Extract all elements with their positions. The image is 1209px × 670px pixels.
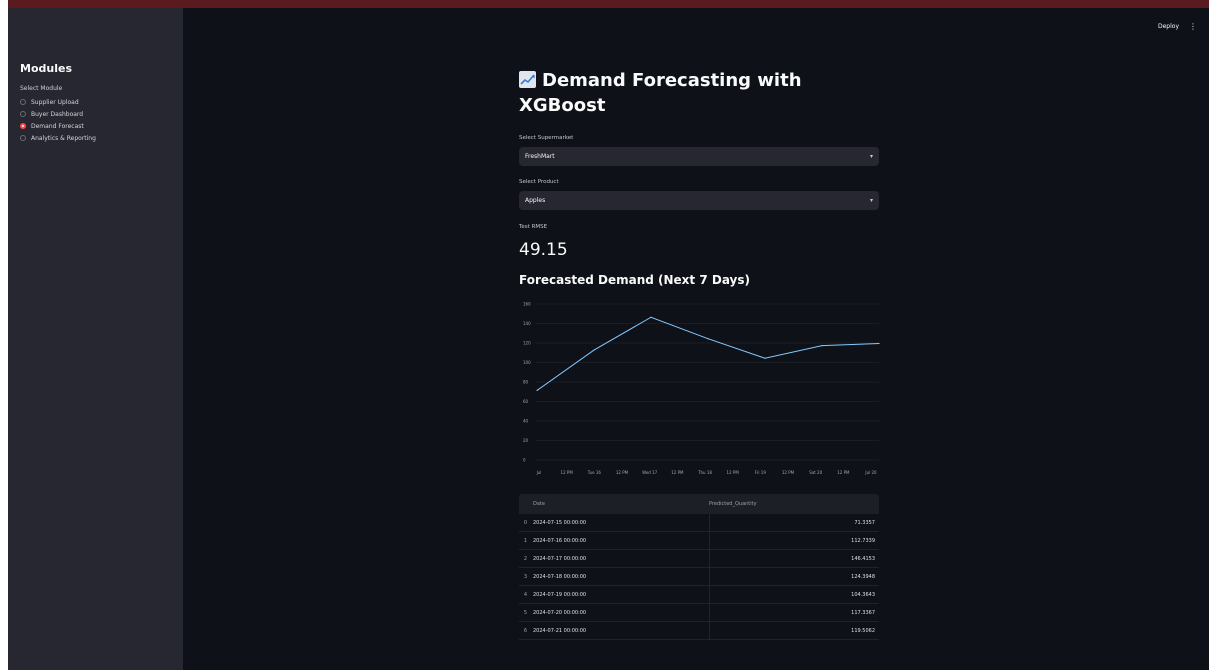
date-cell: 2024-07-17 00:00:00 bbox=[533, 550, 710, 567]
date-cell: 2024-07-19 00:00:00 bbox=[533, 586, 710, 603]
quantity-cell: 146.4153 bbox=[851, 555, 875, 562]
module-radio-label: Select Module bbox=[20, 85, 63, 92]
data-point bbox=[593, 349, 595, 351]
x-tick-label: 12 PM bbox=[782, 470, 795, 475]
forecast-line-chart: 0 20 40 60 80 100 120 140 160 Jul 12 PM Tue 16 12 PM… bbox=[523, 302, 880, 475]
metric-label: Test RMSE bbox=[519, 224, 548, 230]
y-tick-label: 0 bbox=[523, 458, 526, 463]
row-index: 1 bbox=[523, 537, 527, 544]
product-select[interactable]: Apples ▾ bbox=[519, 191, 879, 210]
supermarket-select-value: FreshMart bbox=[525, 153, 555, 160]
y-tick-label: 140 bbox=[523, 321, 531, 326]
radio-circle-icon bbox=[20, 99, 26, 105]
table-body: 0 2024-07-15 00:00:00 71.3357 1 2024-07-16 0… bbox=[519, 514, 879, 640]
date-cell: 2024-07-15 00:00:00 bbox=[533, 514, 710, 531]
data-point bbox=[650, 316, 652, 318]
radio-option-label: Demand Forecast bbox=[31, 122, 84, 130]
radio-option-label: Supplier Upload bbox=[31, 98, 79, 106]
data-point bbox=[707, 338, 709, 340]
y-tick-label: 40 bbox=[523, 419, 529, 424]
quantity-cell: 119.5062 bbox=[851, 627, 875, 634]
sidebar: Modules Select Module Supplier Upload Bu… bbox=[8, 8, 183, 670]
x-tick-label: Jul bbox=[536, 470, 542, 475]
x-tick-label: Wed 17 bbox=[642, 470, 658, 475]
x-tick-label: Tue 16 bbox=[587, 470, 602, 475]
quantity-cell: 124.3948 bbox=[851, 573, 875, 580]
chart-heading: Forecasted Demand (Next 7 Days) bbox=[519, 273, 751, 287]
radio-circle-icon bbox=[20, 135, 26, 141]
row-index: 3 bbox=[523, 573, 527, 580]
title-line-2: XGBoost bbox=[519, 95, 606, 116]
quantity-column-header: Predicted_Quantity bbox=[709, 501, 757, 507]
metric-value: 49.15 bbox=[519, 240, 568, 260]
table-row[interactable]: 4 2024-07-19 00:00:00 104.3643 bbox=[519, 586, 879, 604]
y-tick-label: 80 bbox=[523, 380, 529, 385]
row-index: 4 bbox=[523, 591, 527, 598]
date-cell: 2024-07-16 00:00:00 bbox=[533, 532, 710, 549]
x-tick-label: 12 PM bbox=[616, 470, 629, 475]
supermarket-select[interactable]: FreshMart ▾ bbox=[519, 147, 879, 166]
date-cell: 2024-07-18 00:00:00 bbox=[533, 568, 710, 585]
x-tick-label: Sat 20 bbox=[809, 470, 822, 475]
quantity-cell: 71.3357 bbox=[854, 519, 875, 526]
radio-option-demand-forecast[interactable]: Demand Forecast bbox=[20, 121, 84, 131]
table-row[interactable]: 5 2024-07-20 00:00:00 117.3367 bbox=[519, 604, 879, 622]
x-tick-label: 12 PM bbox=[837, 470, 850, 475]
table-row[interactable]: 2 2024-07-17 00:00:00 146.4153 bbox=[519, 550, 879, 568]
y-tick-label: 20 bbox=[523, 438, 529, 443]
vertical-ellipsis-icon[interactable]: ⋮ bbox=[1189, 22, 1197, 31]
quantity-cell: 112.7339 bbox=[851, 537, 875, 544]
deploy-button[interactable]: Deploy bbox=[1158, 23, 1179, 30]
product-select-value: Apples bbox=[525, 197, 546, 204]
chart-increasing-icon bbox=[519, 71, 536, 88]
product-select-label: Select Product bbox=[519, 179, 559, 185]
x-tick-label: Jul 20 bbox=[864, 470, 877, 475]
y-tick-label: 160 bbox=[523, 302, 531, 307]
y-tick-label: 100 bbox=[523, 360, 531, 365]
x-tick-label: 12 PM bbox=[727, 470, 740, 475]
row-index: 5 bbox=[523, 609, 527, 616]
series-line bbox=[536, 316, 880, 391]
chevron-down-icon: ▾ bbox=[869, 197, 873, 204]
x-tick-label: Thu 18 bbox=[697, 470, 712, 475]
radio-option-buyer-dashboard[interactable]: Buyer Dashboard bbox=[20, 109, 83, 119]
row-index: 0 bbox=[523, 519, 527, 526]
top-toolbar: Deploy ⋮ bbox=[1158, 22, 1197, 31]
forecast-table: Date Predicted_Quantity 0 2024-07-15 00:0… bbox=[519, 494, 879, 640]
supermarket-select-label: Select Supermarket bbox=[519, 135, 574, 141]
sidebar-title: Modules bbox=[20, 62, 72, 75]
data-point bbox=[821, 344, 823, 347]
radio-selected-icon bbox=[20, 123, 26, 129]
date-cell: 2024-07-20 00:00:00 bbox=[533, 604, 710, 621]
radio-option-label: Analytics & Reporting bbox=[31, 134, 96, 142]
row-index: 6 bbox=[523, 627, 527, 634]
table-row[interactable]: 3 2024-07-18 00:00:00 124.3948 bbox=[519, 568, 879, 586]
table-row[interactable]: 6 2024-07-21 00:00:00 119.5062 bbox=[519, 622, 879, 640]
date-cell: 2024-07-21 00:00:00 bbox=[533, 622, 710, 639]
chevron-down-icon: ▾ bbox=[869, 153, 873, 160]
app-frame: Modules Select Module Supplier Upload Bu… bbox=[8, 8, 1209, 670]
data-point bbox=[764, 357, 766, 359]
y-tick-label: 120 bbox=[523, 341, 531, 346]
date-column-header: Date bbox=[533, 501, 545, 507]
x-tick-label: 12 PM bbox=[561, 470, 574, 475]
data-point bbox=[536, 389, 538, 392]
table-row[interactable]: 0 2024-07-15 00:00:00 71.3357 bbox=[519, 514, 879, 532]
y-tick-label: 60 bbox=[523, 399, 529, 404]
browser-top-stripe bbox=[8, 0, 1209, 8]
radio-circle-icon bbox=[20, 111, 26, 117]
page-title: Demand Forecasting with XGBoost bbox=[519, 68, 879, 118]
radio-option-analytics-reporting[interactable]: Analytics & Reporting bbox=[20, 133, 96, 143]
data-point bbox=[878, 342, 880, 345]
table-header: Date Predicted_Quantity bbox=[519, 494, 879, 514]
quantity-cell: 117.3367 bbox=[851, 609, 875, 616]
radio-option-supplier-upload[interactable]: Supplier Upload bbox=[20, 97, 79, 107]
x-tick-label: Fri 19 bbox=[755, 470, 767, 475]
title-line-1: Demand Forecasting with bbox=[542, 70, 802, 91]
row-index: 2 bbox=[523, 555, 527, 562]
x-tick-label: 12 PM bbox=[671, 470, 684, 475]
quantity-cell: 104.3643 bbox=[851, 591, 875, 598]
table-row[interactable]: 1 2024-07-16 00:00:00 112.7339 bbox=[519, 532, 879, 550]
radio-option-label: Buyer Dashboard bbox=[31, 110, 84, 118]
